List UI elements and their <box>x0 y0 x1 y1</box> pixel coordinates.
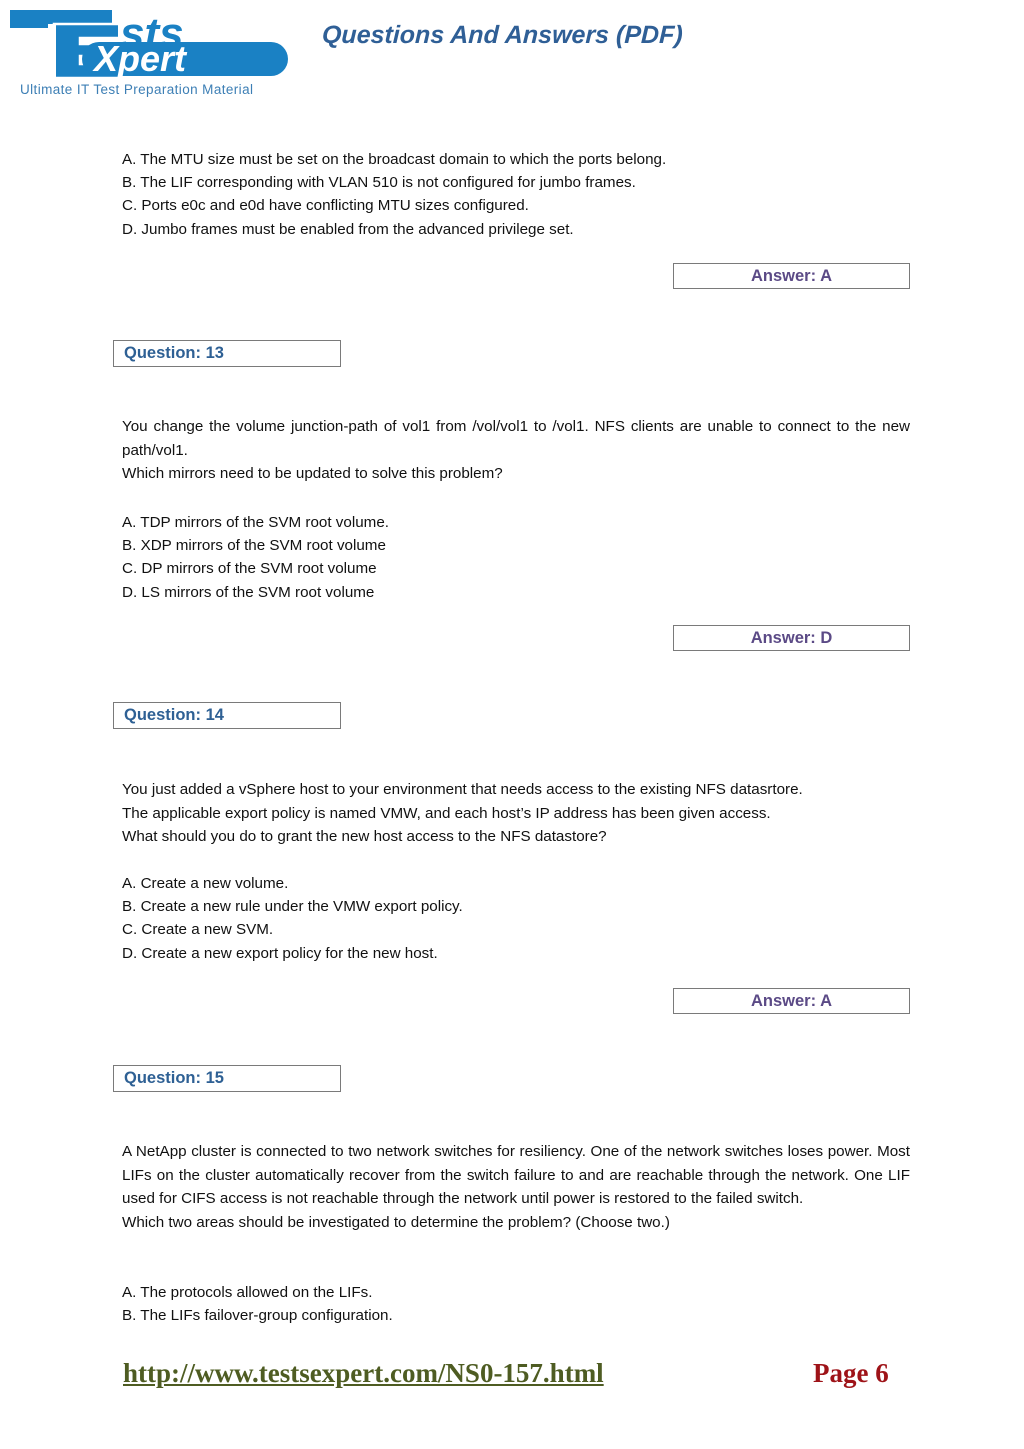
answer-box: Answer: A <box>673 263 910 289</box>
question-subtext: What should you do to grant the new host… <box>122 828 607 845</box>
question-body-14: You just added a vSphere host to your en… <box>122 778 910 849</box>
previous-question-options: A. The MTU size must be set on the broad… <box>122 148 910 241</box>
question-options-14: A. Create a new volume. B. Create a new … <box>122 872 910 965</box>
page-footer: http://www.testsexpert.com/NS0-157.html … <box>0 1358 1024 1418</box>
option-item: D. Jumbo frames must be enabled from the… <box>122 220 574 238</box>
option-item: A. TDP mirrors of the SVM root volume. <box>122 514 389 531</box>
question-label: Question: 13 <box>124 344 224 362</box>
option-item: C. Create a new SVM. <box>122 921 274 939</box>
option-item: A. The MTU size must be set on the broad… <box>122 151 667 168</box>
question-body-15: A NetApp cluster is connected to two net… <box>122 1140 910 1234</box>
option-item: A. The protocols allowed on the LIFs. <box>122 1284 373 1301</box>
option-item: B. The LIFs failover-group configuration… <box>122 1307 393 1325</box>
option-item: B. XDP mirrors of the SVM root volume <box>122 537 386 555</box>
option-item: D. LS mirrors of the SVM root volume <box>122 583 375 601</box>
question-subtext: Which two areas should be investigated t… <box>122 1213 670 1231</box>
question-text-line2: The applicable export policy is named VM… <box>122 804 771 822</box>
answer-label: Answer: A <box>751 267 832 285</box>
logo-tagline: Ultimate IT Test Preparation Material <box>20 82 254 97</box>
question-box-13: Question: 13 <box>113 340 341 367</box>
page-header: sts Xpert Ultimate IT Test Preparation M… <box>0 0 1024 110</box>
answer-box-14: Answer: A <box>673 988 910 1014</box>
option-item: C. DP mirrors of the SVM root volume <box>122 560 377 578</box>
question-subtext: Which mirrors need to be updated to solv… <box>122 465 503 482</box>
question-text: You just added a vSphere host to your en… <box>122 781 803 798</box>
question-text: A NetApp cluster is connected to two net… <box>122 1143 910 1207</box>
option-item: D. Create a new export policy for the ne… <box>122 944 438 962</box>
option-item: C. Ports e0c and e0d have conflicting MT… <box>122 197 529 215</box>
answer-label: Answer: A <box>751 992 832 1010</box>
logo-graphic-icon: sts Xpert <box>10 9 288 80</box>
svg-text:Xpert: Xpert <box>92 38 188 79</box>
question-options-15: A. The protocols allowed on the LIFs. B.… <box>122 1281 910 1327</box>
question-text: You change the volume junction-path of v… <box>122 418 910 459</box>
footer-url-link[interactable]: http://www.testsexpert.com/NS0-157.html <box>123 1358 604 1389</box>
question-box-15: Question: 15 <box>113 1065 341 1092</box>
question-label: Question: 14 <box>124 706 224 724</box>
question-box-14: Question: 14 <box>113 702 341 729</box>
footer-page-number: Page 6 <box>813 1358 889 1388</box>
option-item: B. Create a new rule under the VMW expor… <box>122 898 463 916</box>
testsexpert-logo: sts Xpert Ultimate IT Test Preparation M… <box>8 4 298 104</box>
question-label: Question: 15 <box>124 1069 224 1087</box>
question-options-13: A. TDP mirrors of the SVM root volume. B… <box>122 511 910 604</box>
option-item: B. The LIF corresponding with VLAN 510 i… <box>122 174 636 192</box>
option-item: A. Create a new volume. <box>122 875 289 892</box>
page-title: Questions And Answers (PDF) <box>321 21 684 49</box>
question-body-13: You change the volume junction-path of v… <box>122 415 910 486</box>
answer-box-13: Answer: D <box>673 625 910 651</box>
pdf-page: sts Xpert Ultimate IT Test Preparation M… <box>0 0 1024 1449</box>
logo-mark: sts Xpert <box>8 4 298 82</box>
answer-label: Answer: D <box>750 629 833 647</box>
